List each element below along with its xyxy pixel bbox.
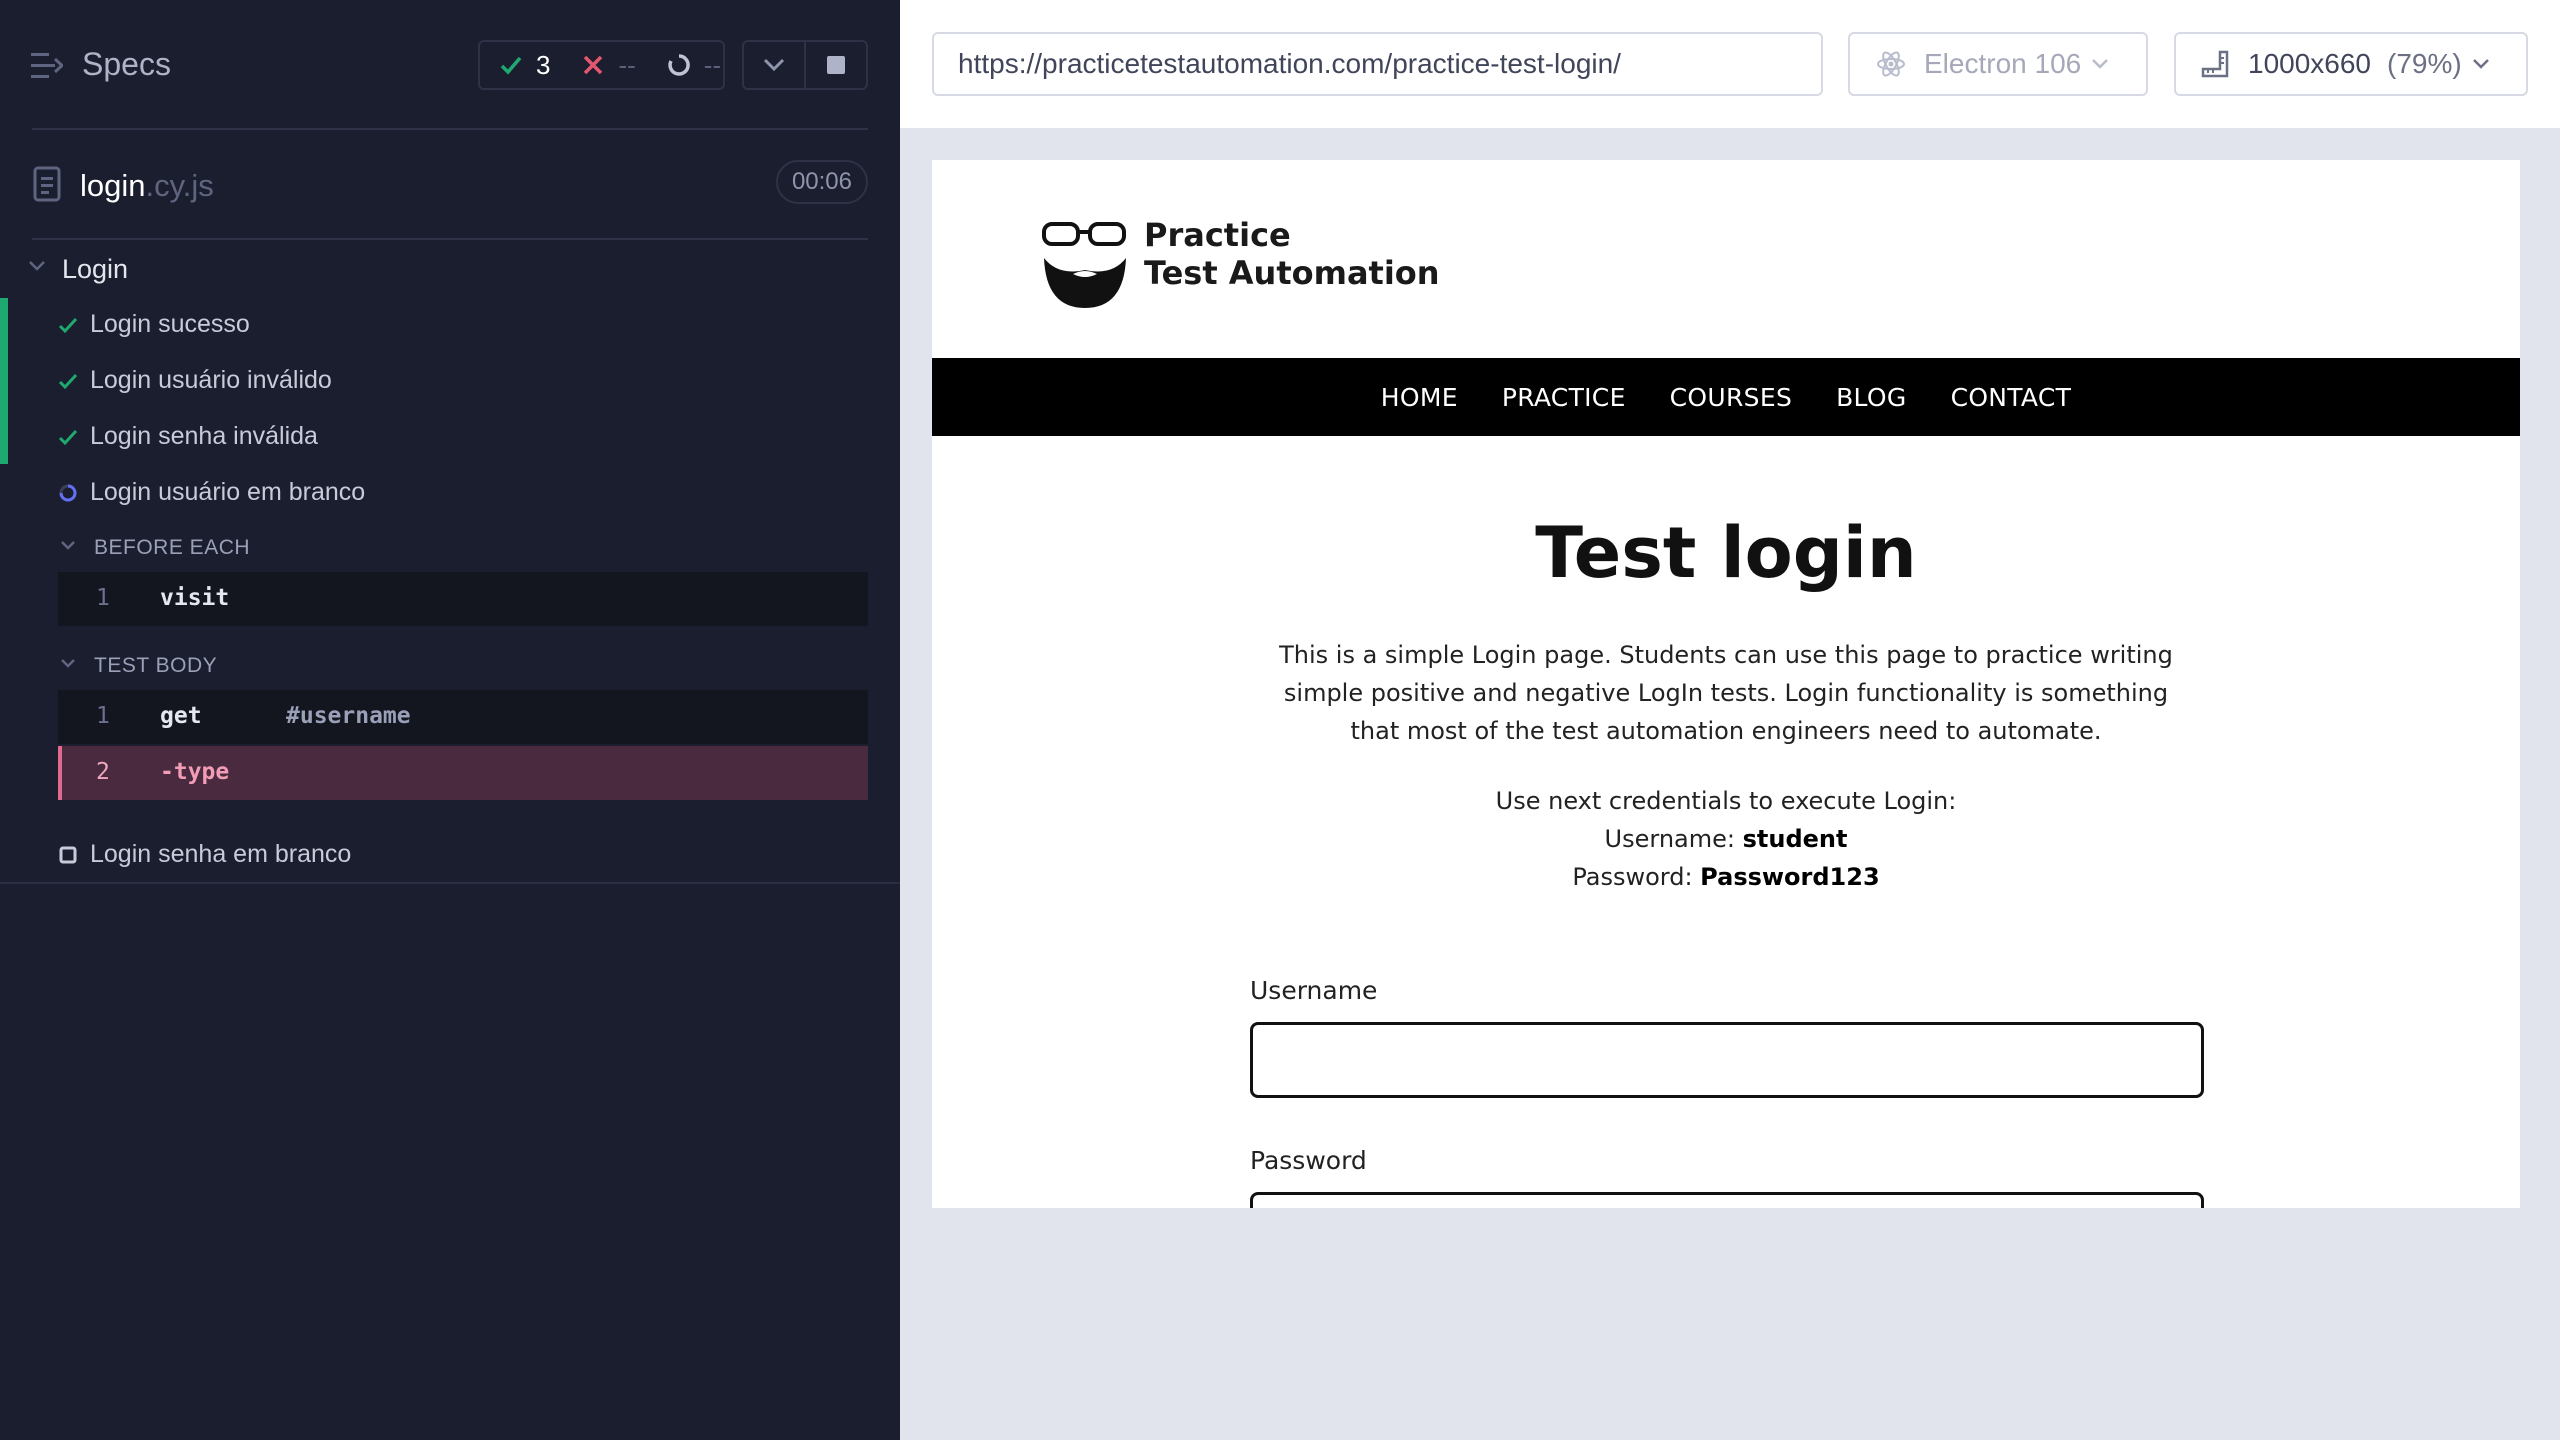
chevron-down-icon bbox=[61, 659, 75, 668]
site-brand-line1[interactable]: Practice bbox=[1144, 216, 1291, 254]
chevron-down-icon bbox=[2092, 59, 2109, 69]
username-label: Username bbox=[1250, 976, 1378, 1005]
spec-file-row[interactable]: login.cy.js 00:06 bbox=[0, 150, 900, 240]
viewport-selector[interactable]: 1000x660 (79%) bbox=[2174, 32, 2528, 96]
credentials-info: Use next credentials to execute Login: U… bbox=[1495, 787, 1957, 891]
password-value: Password123 bbox=[1700, 863, 1880, 891]
test-login-senha-em-branco[interactable]: Login senha em branco bbox=[0, 828, 900, 882]
collapse-button[interactable] bbox=[744, 42, 804, 88]
viewport-size: 1000x660 bbox=[2248, 48, 2372, 79]
password-label: Password bbox=[1250, 1146, 1367, 1175]
specs-label[interactable]: Specs bbox=[82, 46, 171, 83]
suite-login[interactable]: Login bbox=[0, 248, 900, 292]
command-get[interactable]: 1 get #username bbox=[58, 690, 868, 744]
username-value: student bbox=[1742, 825, 1848, 853]
site-brand-line2[interactable]: Test Automation bbox=[1144, 254, 1440, 292]
page-title: Test login bbox=[1535, 512, 1917, 594]
stop-icon bbox=[827, 56, 845, 74]
spec-duration: 00:06 bbox=[775, 160, 868, 204]
run-controls bbox=[742, 40, 868, 90]
x-icon bbox=[584, 55, 603, 75]
reporter-header: Specs 3 -- -- bbox=[0, 0, 900, 130]
before-each-header[interactable]: BEFORE EACH bbox=[0, 528, 900, 568]
document-icon bbox=[33, 166, 61, 202]
spec-file-name: login.cy.js bbox=[80, 168, 214, 203]
browser-selector[interactable]: Electron 106 bbox=[1848, 32, 2148, 96]
stop-button[interactable] bbox=[804, 42, 866, 88]
site-logo-icon bbox=[1042, 222, 1126, 308]
pending-count: -- bbox=[666, 50, 721, 81]
chevron-down-icon bbox=[763, 58, 785, 72]
test-body-header[interactable]: TEST BODY bbox=[0, 646, 900, 686]
username-input[interactable] bbox=[1250, 1022, 2204, 1098]
chevron-down-icon bbox=[61, 541, 75, 550]
intro-text: This is a simple Login page. Students ca… bbox=[1279, 641, 2173, 745]
specs-list-icon[interactable] bbox=[31, 51, 63, 81]
test-login-usuario-invalido[interactable]: Login usuário inválido bbox=[0, 354, 900, 410]
running-spinner-icon bbox=[59, 484, 77, 502]
list-end-divider bbox=[0, 882, 900, 884]
electron-icon bbox=[1877, 51, 1905, 77]
spinner-icon bbox=[668, 54, 690, 76]
nav-home[interactable]: HOME bbox=[1381, 383, 1458, 412]
check-icon bbox=[58, 317, 78, 334]
command-type-active[interactable]: 2 -type bbox=[58, 746, 868, 800]
browser-name: Electron 106 bbox=[1924, 48, 2082, 79]
app-under-test-panel: https://practicetestautomation.com/pract… bbox=[900, 0, 2560, 1440]
nav-practice[interactable]: PRACTICE bbox=[1502, 383, 1626, 412]
failed-count: -- bbox=[580, 50, 636, 81]
file-divider bbox=[32, 238, 868, 240]
ruler-icon bbox=[2201, 50, 2229, 78]
command-arg: #username bbox=[286, 703, 411, 729]
pass-indicator bbox=[0, 298, 8, 354]
chevron-down-icon bbox=[29, 261, 45, 271]
site-nav: HOME PRACTICE COURSES BLOG CONTACT bbox=[932, 358, 2520, 436]
test-stats: 3 -- -- bbox=[478, 40, 725, 90]
test-login-sucesso[interactable]: Login sucesso bbox=[0, 298, 900, 354]
aut-viewport: Practice Test Automation HOME PRACTICE C… bbox=[932, 160, 2520, 1208]
password-input[interactable] bbox=[1250, 1192, 2204, 1208]
chevron-down-icon bbox=[2472, 59, 2489, 69]
test-login-senha-invalida[interactable]: Login senha inválida bbox=[0, 410, 900, 464]
aut-toolbar: https://practicetestautomation.com/pract… bbox=[900, 0, 2560, 128]
suite-title: Login bbox=[62, 254, 129, 284]
pending-square-icon bbox=[59, 846, 77, 864]
pass-indicator bbox=[0, 354, 8, 410]
test-login-usuario-em-branco[interactable]: Login usuário em branco bbox=[0, 466, 900, 520]
check-icon bbox=[500, 56, 522, 75]
nav-blog[interactable]: BLOG bbox=[1836, 383, 1906, 412]
viewport-scale: (79%) bbox=[2387, 48, 2462, 79]
command-visit[interactable]: 1 visit bbox=[58, 572, 868, 626]
check-icon bbox=[58, 373, 78, 390]
passed-count: 3 bbox=[498, 50, 550, 81]
reporter-panel: Specs 3 -- -- login.cy.js 00:06 Login Lo… bbox=[0, 0, 900, 1440]
url-bar[interactable]: https://practicetestautomation.com/pract… bbox=[932, 32, 1823, 96]
nav-contact[interactable]: CONTACT bbox=[1951, 383, 2072, 412]
header-divider bbox=[32, 128, 868, 130]
check-icon bbox=[58, 429, 78, 446]
pass-indicator bbox=[0, 410, 8, 464]
nav-courses[interactable]: COURSES bbox=[1670, 383, 1792, 412]
